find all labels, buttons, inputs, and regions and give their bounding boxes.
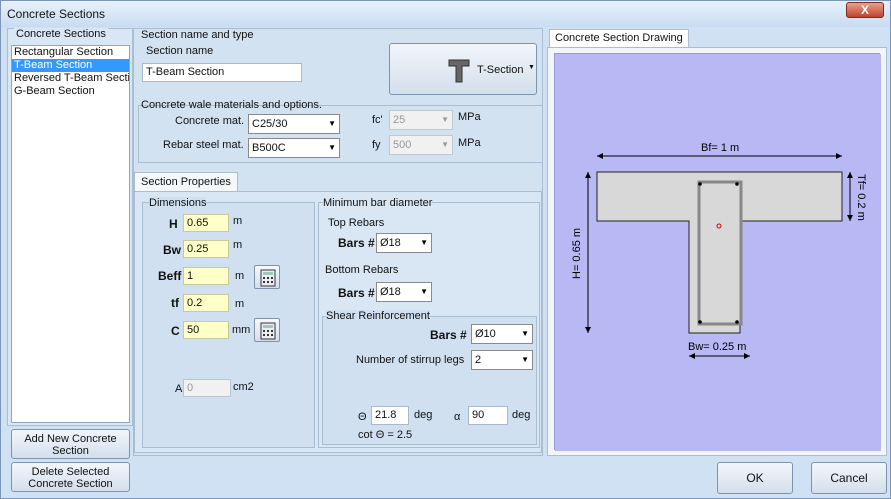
sections-list[interactable]: Rectangular Section T-Beam Section Rever… [11, 45, 130, 423]
bw-label: Bw [163, 243, 181, 257]
bf-label: Bf= 1 m [701, 142, 739, 154]
alpha-input[interactable]: 90 [468, 406, 508, 425]
stirrup-legs-select[interactable]: 2 ▼ [471, 350, 533, 370]
c-unit: mm [232, 324, 251, 336]
h-unit: m [233, 215, 243, 227]
top-bars-select[interactable]: Ø18 ▼ [376, 233, 432, 253]
rebar-dot [735, 182, 739, 186]
c-calculator-button[interactable] [254, 318, 280, 342]
dimensions-group-title: Dimensions [149, 197, 207, 209]
chevron-down-icon: ▼ [521, 329, 529, 338]
stirrup-legs-label: Number of stirrup legs [356, 354, 465, 366]
section-type-label: T-Section [477, 64, 524, 76]
chevron-down-icon: ▼ [528, 64, 535, 71]
beff-label: Beff [158, 269, 182, 283]
bottom-bars-select[interactable]: Ø18 ▼ [376, 282, 432, 302]
ok-button[interactable]: OK [717, 462, 793, 494]
bottom-rebars-title: Bottom Rebars [325, 264, 399, 276]
list-item[interactable]: Reversed T-Beam Section [12, 72, 129, 85]
c-input[interactable]: 50 [183, 321, 229, 339]
top-rebars-title: Top Rebars [328, 217, 385, 229]
bottom-bars-label: Bars # [338, 286, 375, 300]
alpha-unit: deg [512, 409, 531, 421]
bw-input[interactable]: 0.25 [183, 240, 229, 258]
section-drawing: Bf= 1 m H= 0.65 m Tf= 0.2 m Bw= 0.25 m [554, 53, 881, 451]
cancel-button[interactable]: Cancel [811, 462, 887, 494]
chevron-down-icon: ▼ [420, 287, 428, 296]
a-label: A [175, 383, 183, 395]
tf-input[interactable]: 0.2 [183, 294, 229, 312]
add-section-button[interactable]: Add New Concrete Section [11, 429, 130, 459]
materials-group [138, 105, 543, 163]
close-button[interactable]: X [846, 2, 884, 18]
alpha-symbol: α [454, 411, 461, 423]
tf-unit: m [235, 298, 245, 310]
bw-unit: m [233, 239, 243, 251]
rebar-mat-label: Rebar steel mat. [163, 139, 244, 151]
title-bar: Concrete Sections X [1, 1, 890, 27]
theta-input[interactable]: 21.8 [371, 406, 409, 425]
dialog-window: Concrete Sections X Concrete Sections Re… [0, 0, 891, 499]
chevron-down-icon: ▼ [521, 355, 529, 364]
shear-bars-label: Bars # [430, 328, 467, 342]
rebar-dot [735, 320, 739, 324]
section-name-label: Section name [146, 45, 214, 57]
theta-symbol: Θ [358, 411, 367, 423]
beff-input[interactable]: 1 [183, 267, 229, 285]
rebar-mat-select[interactable]: B500C ▼ [248, 138, 340, 158]
theta-unit: deg [414, 409, 433, 421]
list-item[interactable]: Rectangular Section [12, 46, 129, 59]
h-label: H= 0.65 m [571, 228, 583, 279]
chevron-down-icon: ▼ [328, 143, 336, 152]
calculator-icon [260, 269, 276, 287]
tab-concrete-section-drawing[interactable]: Concrete Section Drawing [549, 29, 689, 48]
fc-select: 25 ▼ [389, 110, 453, 130]
section-drawing-svg: Bf= 1 m H= 0.65 m Tf= 0.2 m Bw= 0.25 m [555, 54, 881, 451]
a-unit: cm2 [233, 381, 254, 393]
chevron-down-icon: ▼ [420, 238, 428, 247]
list-item[interactable]: T-Beam Section [12, 59, 129, 72]
beff-unit: m [235, 270, 245, 282]
window-title: Concrete Sections [7, 7, 106, 21]
sections-list-title: Concrete Sections [14, 28, 108, 40]
concrete-mat-select[interactable]: C25/30 ▼ [248, 114, 340, 134]
t-section-icon [448, 59, 470, 83]
tf-label: Tf= 0.2 m [855, 174, 867, 221]
materials-group-title: Concrete wale materials and options. [141, 99, 322, 111]
chevron-down-icon: ▼ [441, 140, 449, 149]
section-name-input[interactable]: T-Beam Section [142, 63, 302, 82]
shear-bars-select[interactable]: Ø10 ▼ [471, 324, 533, 344]
c-label: C [171, 324, 180, 338]
fc-unit: MPa [458, 111, 481, 123]
bars-group-title: Minimum bar diameter [323, 197, 433, 209]
rebar-dot [698, 182, 702, 186]
fy-select: 500 ▼ [389, 135, 453, 155]
concrete-mat-label: Concrete mat. [175, 115, 245, 127]
chevron-down-icon: ▼ [328, 119, 336, 128]
tf-label: tf [171, 296, 179, 310]
h-input[interactable]: 0.65 [183, 214, 229, 232]
bw-label: Bw= 0.25 m [688, 341, 746, 353]
fy-label: fy [372, 139, 381, 151]
section-type-button[interactable]: T-Section ▼ [389, 43, 537, 95]
rebar-dot [698, 320, 702, 324]
shear-group-title: Shear Reinforcement [326, 310, 430, 322]
top-bars-label: Bars # [338, 236, 375, 250]
h-label: H [169, 217, 178, 231]
calculator-icon [260, 322, 276, 340]
a-input: 0 [183, 379, 231, 397]
fc-label: fc' [372, 114, 383, 126]
beff-calculator-button[interactable] [254, 265, 280, 289]
fy-unit: MPa [458, 137, 481, 149]
chevron-down-icon: ▼ [441, 115, 449, 124]
tab-section-properties[interactable]: Section Properties [134, 172, 238, 192]
list-item[interactable]: G-Beam Section [12, 85, 129, 98]
cot-theta-value: cot Θ = 2.5 [358, 429, 413, 441]
delete-section-button[interactable]: Delete Selected Concrete Section [11, 462, 130, 492]
section-name-group-title: Section name and type [141, 29, 254, 41]
